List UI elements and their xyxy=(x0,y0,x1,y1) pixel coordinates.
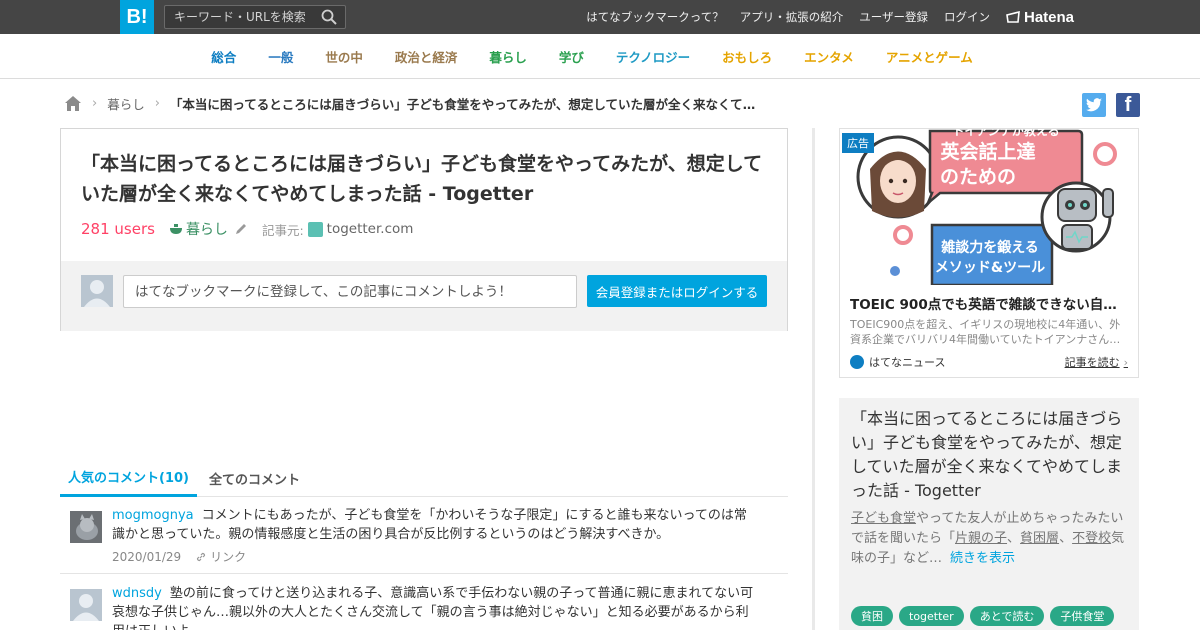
entry-category: 暮らし xyxy=(185,222,228,238)
breadcrumb-category[interactable]: 暮らし xyxy=(107,94,145,113)
home-icon[interactable] xyxy=(64,94,82,112)
category-nav: 総合 一般 世の中 政治と経済 暮らし 学び テクノロジー おもしろ エンタメ … xyxy=(0,34,1200,79)
nav-apps[interactable]: アプリ・拡張の紹介 xyxy=(740,9,844,25)
breadcrumb: › 暮らし › 「本当に困ってるところには届きづらい」子ども食堂をやってみたが、… xyxy=(64,94,760,112)
comment-username[interactable]: wdnsdy xyxy=(112,586,162,601)
chevron-right-icon: › xyxy=(154,95,160,111)
twitter-icon xyxy=(1086,98,1102,112)
link-icon xyxy=(197,552,206,561)
breadcrumb-title: 「本当に困ってるところには届きづらい」子ども食堂をやってみたが、想定していた層が… xyxy=(169,96,760,112)
login-register-button[interactable]: 会員登録またはログインする xyxy=(587,275,767,307)
entry-box: 「本当に困ってるところには届きづらい」子ども食堂をやってみたが、想定していた層が… xyxy=(60,128,788,331)
category-game[interactable]: アニメとゲーム xyxy=(886,47,973,66)
nav-about[interactable]: はてなブックマークって？ xyxy=(586,9,723,25)
ad-title[interactable]: TOEIC 900点でも英語で雑談できない自… xyxy=(850,293,1130,313)
comment-text: 塾の前に食ってけと送り込まれる子、意識高い系で手伝わない親の子って普通に親に恵ま… xyxy=(112,586,754,630)
search-box xyxy=(164,5,346,29)
comment-username[interactable]: mogmognya xyxy=(112,508,194,523)
tag-item[interactable]: 子供食堂 xyxy=(1050,606,1115,626)
category-life[interactable]: 暮らし xyxy=(489,47,527,66)
togetter-favicon-icon xyxy=(307,221,323,237)
comment-meta: 2020/01/29 リンク xyxy=(112,548,246,565)
show-more-link[interactable]: 続きを表示 xyxy=(950,551,1015,566)
keyword-link[interactable]: 片親の子 xyxy=(955,531,1007,546)
hatena-logo[interactable]: Hatena xyxy=(1006,7,1074,27)
keyword-link[interactable]: 不登校 xyxy=(1072,531,1111,546)
comment-item: wdnsdy 塾の前に食ってけと送り込まれる子、意識高い系で手伝わない親の子って普… xyxy=(60,575,788,630)
comment-input[interactable] xyxy=(123,275,577,308)
comment-item: mogmognya コメントにもあったが、子ども食堂を「かわいそうな子限定」にする… xyxy=(60,497,788,574)
source-domain[interactable]: togetter.com xyxy=(327,221,414,237)
ad-banner-sub1: 雑談力を鍛える xyxy=(940,239,1039,256)
top-nav: はてなブックマークって？ アプリ・拡張の紹介 ユーザー登録 ログイン xyxy=(586,0,990,34)
tag-list: 貧困 togetter あとで読む 子供食堂 xyxy=(851,606,1115,626)
ad-card[interactable]: トイアンナが教える 英会話上達 のための 雑談力を鍛える メソッド&ツール 広告… xyxy=(839,128,1139,378)
search-input[interactable] xyxy=(165,6,315,28)
category-general[interactable]: 総合 xyxy=(211,47,236,66)
comment-text: コメントにもあったが、子ども食堂を「かわいそうな子限定」にすると誰も来ないっての… xyxy=(112,508,747,542)
edit-pencil-icon[interactable] xyxy=(234,222,248,236)
category-entertainment[interactable]: エンタメ xyxy=(804,47,854,66)
ad-badge: 広告 xyxy=(842,133,874,153)
ad-banner[interactable]: トイアンナが教える 英会話上達 のための 雑談力を鍛える メソッド&ツール 広告 xyxy=(840,129,1138,285)
commenter-avatar[interactable] xyxy=(70,589,102,621)
entry-meta: 281 users 暮らし 記事元: togetter.com xyxy=(81,218,413,240)
entry-summary: 「本当に困ってるところには届きづらい」子ども食堂をやってみたが、想定していた層が… xyxy=(839,398,1139,630)
search-icon[interactable] xyxy=(321,9,337,25)
tag-item[interactable]: 貧困 xyxy=(851,606,893,626)
summary-title[interactable]: 「本当に困ってるところには届きづらい」子ども食堂をやってみたが、想定していた層が… xyxy=(851,407,1131,503)
bookmark-users-count[interactable]: 281 users xyxy=(81,220,155,238)
category-economics[interactable]: 政治と経済 xyxy=(395,47,458,66)
ad-source: はてなニュース xyxy=(850,354,945,370)
nav-login[interactable]: ログイン xyxy=(944,9,990,25)
facebook-share-button[interactable]: f xyxy=(1116,93,1140,117)
category-knowledge[interactable]: 学び xyxy=(559,47,584,66)
category-ippan[interactable]: 一般 xyxy=(268,47,293,66)
ad-banner-main1: 英会話上達 xyxy=(940,140,1035,163)
keyword-link[interactable]: 子ども食堂 xyxy=(851,511,916,526)
ad-banner-top: トイアンナが教える xyxy=(952,129,1059,138)
comment-link[interactable]: リンク xyxy=(195,548,246,565)
commenter-avatar[interactable] xyxy=(70,511,102,543)
top-bar: B! はてなブックマークって？ アプリ・拡張の紹介 ユーザー登録 ログイン Ha… xyxy=(0,0,1200,34)
ad-read-more-link[interactable]: 記事を読む › xyxy=(1065,354,1128,370)
hatena-bookmark-logo[interactable]: B! xyxy=(120,0,154,34)
keyword-link[interactable]: 貧困層 xyxy=(1020,531,1059,546)
column-divider xyxy=(812,128,815,630)
entry-category-link[interactable]: 暮らし xyxy=(169,219,228,239)
ad-banner-sub2: メソッド&ツール xyxy=(935,260,1045,276)
tab-all-comments[interactable]: 全てのコメント xyxy=(209,460,300,496)
hatena-mark-icon xyxy=(1006,10,1020,23)
tab-popular-comments[interactable]: 人気のコメント(10) xyxy=(60,460,197,497)
chevron-right-icon: › xyxy=(92,95,98,111)
entry-title[interactable]: 「本当に困ってるところには届きづらい」子ども食堂をやってみたが、想定していた層が… xyxy=(81,149,771,209)
comment-form: 会員登録またはログインする xyxy=(61,261,787,331)
user-avatar xyxy=(81,275,113,307)
hatena-news-icon xyxy=(850,355,864,369)
category-life-icon xyxy=(169,224,182,234)
nav-register[interactable]: ユーザー登録 xyxy=(859,9,928,25)
source-label: 記事元: xyxy=(261,222,304,238)
category-social[interactable]: 世の中 xyxy=(325,47,363,66)
summary-description: 子ども食堂やってた友人が止めちゃったみたいで話を聞いたら「片親の子、貧困層、不登… xyxy=(851,511,1125,566)
hatena-brand: Hatena xyxy=(1024,8,1075,26)
comment-tabs: 人気のコメント(10) 全てのコメント xyxy=(60,460,788,497)
category-fun[interactable]: おもしろ xyxy=(722,47,772,66)
tag-item[interactable]: togetter xyxy=(899,606,964,626)
ad-banner-main2: のための xyxy=(940,166,1016,188)
chevron-right-icon: › xyxy=(1123,355,1128,369)
ad-description: TOEIC900点を超え、イギリスの現地校に4年通い、外資系企業でバリバリ4年間… xyxy=(850,318,1121,346)
category-it[interactable]: テクノロジー xyxy=(616,47,690,66)
twitter-share-button[interactable] xyxy=(1082,93,1106,117)
comment-body: mogmognya コメントにもあったが、子ども食堂を「かわいそうな子限定」にする… xyxy=(112,506,757,544)
facebook-icon: f xyxy=(1124,93,1132,116)
comment-date[interactable]: 2020/01/29 xyxy=(112,550,181,564)
tag-item[interactable]: あとで読む xyxy=(969,606,1045,626)
comment-body: wdnsdy 塾の前に食ってけと送り込まれる子、意識高い系で手伝わない親の子って普… xyxy=(112,584,757,630)
